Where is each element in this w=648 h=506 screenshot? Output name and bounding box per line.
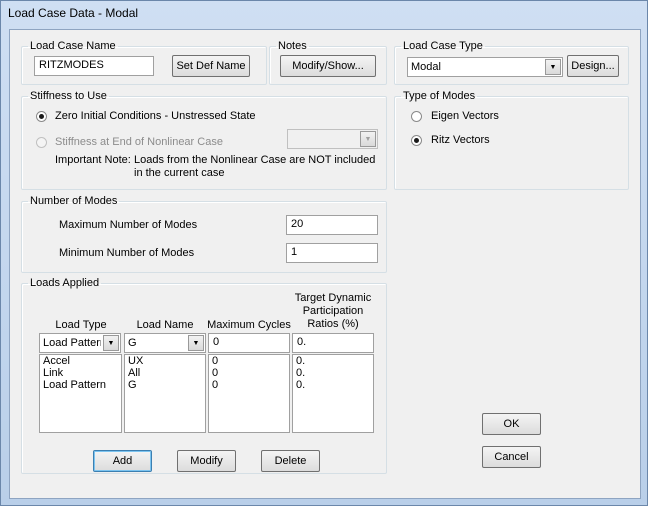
target-ratio-input[interactable]: 0. (292, 333, 374, 353)
min-modes-label: Minimum Number of Modes (59, 247, 195, 259)
delete-load-button[interactable]: Delete (261, 450, 320, 472)
cancel-button[interactable]: Cancel (482, 446, 541, 468)
load-name-dropdown[interactable]: G ▼ (124, 333, 206, 353)
set-def-name-button[interactable]: Set Def Name (172, 55, 250, 77)
list-item[interactable]: UX (125, 355, 205, 367)
list-item[interactable]: 0. (293, 379, 373, 391)
title-bar[interactable]: Load Case Data - Modal (1, 1, 647, 27)
nonlinear-case-label[interactable]: Stiffness at End of Nonlinear Case (55, 136, 223, 148)
target-ratio-header-line-1: Target Dynamic (294, 292, 372, 304)
list-item[interactable]: Accel (40, 355, 121, 367)
modify-load-button[interactable]: Modify (177, 450, 236, 472)
ritz-vectors-radio[interactable] (411, 135, 422, 146)
window-title: Load Case Data - Modal (8, 6, 139, 20)
max-modes-label: Maximum Number of Modes (59, 219, 198, 231)
important-note-text-2: in the current case (134, 167, 225, 179)
load-type-dropdown[interactable]: Load Pattern ▼ (39, 333, 121, 353)
list-item[interactable]: All (125, 367, 205, 379)
list-item[interactable]: Load Pattern (40, 379, 121, 391)
chevron-down-icon[interactable]: ▼ (360, 131, 376, 147)
important-note-label: Important Note: (55, 154, 131, 166)
load-case-name-legend: Load Case Name (30, 40, 116, 52)
list-item[interactable]: 0. (293, 355, 373, 367)
target-ratio-header-line-3: Ratios (%) (307, 318, 359, 330)
eigen-vectors-label[interactable]: Eigen Vectors (431, 110, 499, 122)
type-of-modes-group: Type of Modes (394, 90, 629, 190)
add-load-button[interactable]: Add (93, 450, 152, 472)
load-type-header: Load Type (55, 319, 107, 331)
list-item[interactable]: 0 (209, 379, 289, 391)
type-of-modes-legend: Type of Modes (403, 90, 476, 102)
stiffness-legend: Stiffness to Use (30, 90, 107, 102)
list-item[interactable]: 0 (209, 367, 289, 379)
nonlinear-case-radio[interactable] (36, 137, 47, 148)
chevron-down-icon[interactable]: ▼ (545, 59, 561, 75)
load-name-header: Load Name (136, 319, 194, 331)
load-type-list[interactable]: Accel Link Load Pattern (39, 354, 122, 433)
target-ratio-header-line-2: Participation (302, 305, 364, 317)
list-item[interactable]: Link (40, 367, 121, 379)
max-cycles-input[interactable]: 0 (208, 333, 290, 353)
ritz-vectors-label[interactable]: Ritz Vectors (431, 134, 490, 146)
load-case-name-input[interactable]: RITZMODES (34, 56, 154, 76)
list-item[interactable]: 0 (209, 355, 289, 367)
load-name-value: G (128, 337, 137, 349)
ok-button[interactable]: OK (482, 413, 541, 435)
chevron-down-icon[interactable]: ▼ (103, 335, 119, 351)
zero-initial-label[interactable]: Zero Initial Conditions - Unstressed Sta… (55, 110, 256, 122)
important-note-text-1: Loads from the Nonlinear Case are NOT in… (134, 154, 376, 166)
load-case-type-dropdown[interactable]: Modal ▼ (407, 57, 563, 77)
nonlinear-case-dropdown[interactable]: ▼ (287, 129, 378, 149)
list-item[interactable]: G (125, 379, 205, 391)
dialog-client-area: Load Case Name RITZMODES Set Def Name No… (9, 29, 641, 499)
max-cycles-list[interactable]: 0 0 0 (208, 354, 290, 433)
loads-applied-legend: Loads Applied (30, 277, 100, 289)
load-case-type-value: Modal (411, 61, 441, 73)
max-modes-input[interactable]: 20 (286, 215, 378, 235)
min-modes-input[interactable]: 1 (286, 243, 378, 263)
notes-legend: Notes (278, 40, 307, 52)
max-cycles-header: Maximum Cycles (207, 319, 291, 331)
zero-initial-radio[interactable] (36, 111, 47, 122)
design-button[interactable]: Design... (567, 55, 619, 77)
load-case-type-legend: Load Case Type (403, 40, 483, 52)
chevron-down-icon[interactable]: ▼ (188, 335, 204, 351)
target-ratio-list[interactable]: 0. 0. 0. (292, 354, 374, 433)
eigen-vectors-radio[interactable] (411, 111, 422, 122)
number-of-modes-legend: Number of Modes (30, 195, 118, 207)
list-item[interactable]: 0. (293, 367, 373, 379)
notes-modify-show-button[interactable]: Modify/Show... (280, 55, 376, 77)
load-name-list[interactable]: UX All G (124, 354, 206, 433)
load-type-value: Load Pattern (43, 337, 101, 349)
dialog-window: Load Case Data - Modal Load Case Name RI… (0, 0, 648, 506)
